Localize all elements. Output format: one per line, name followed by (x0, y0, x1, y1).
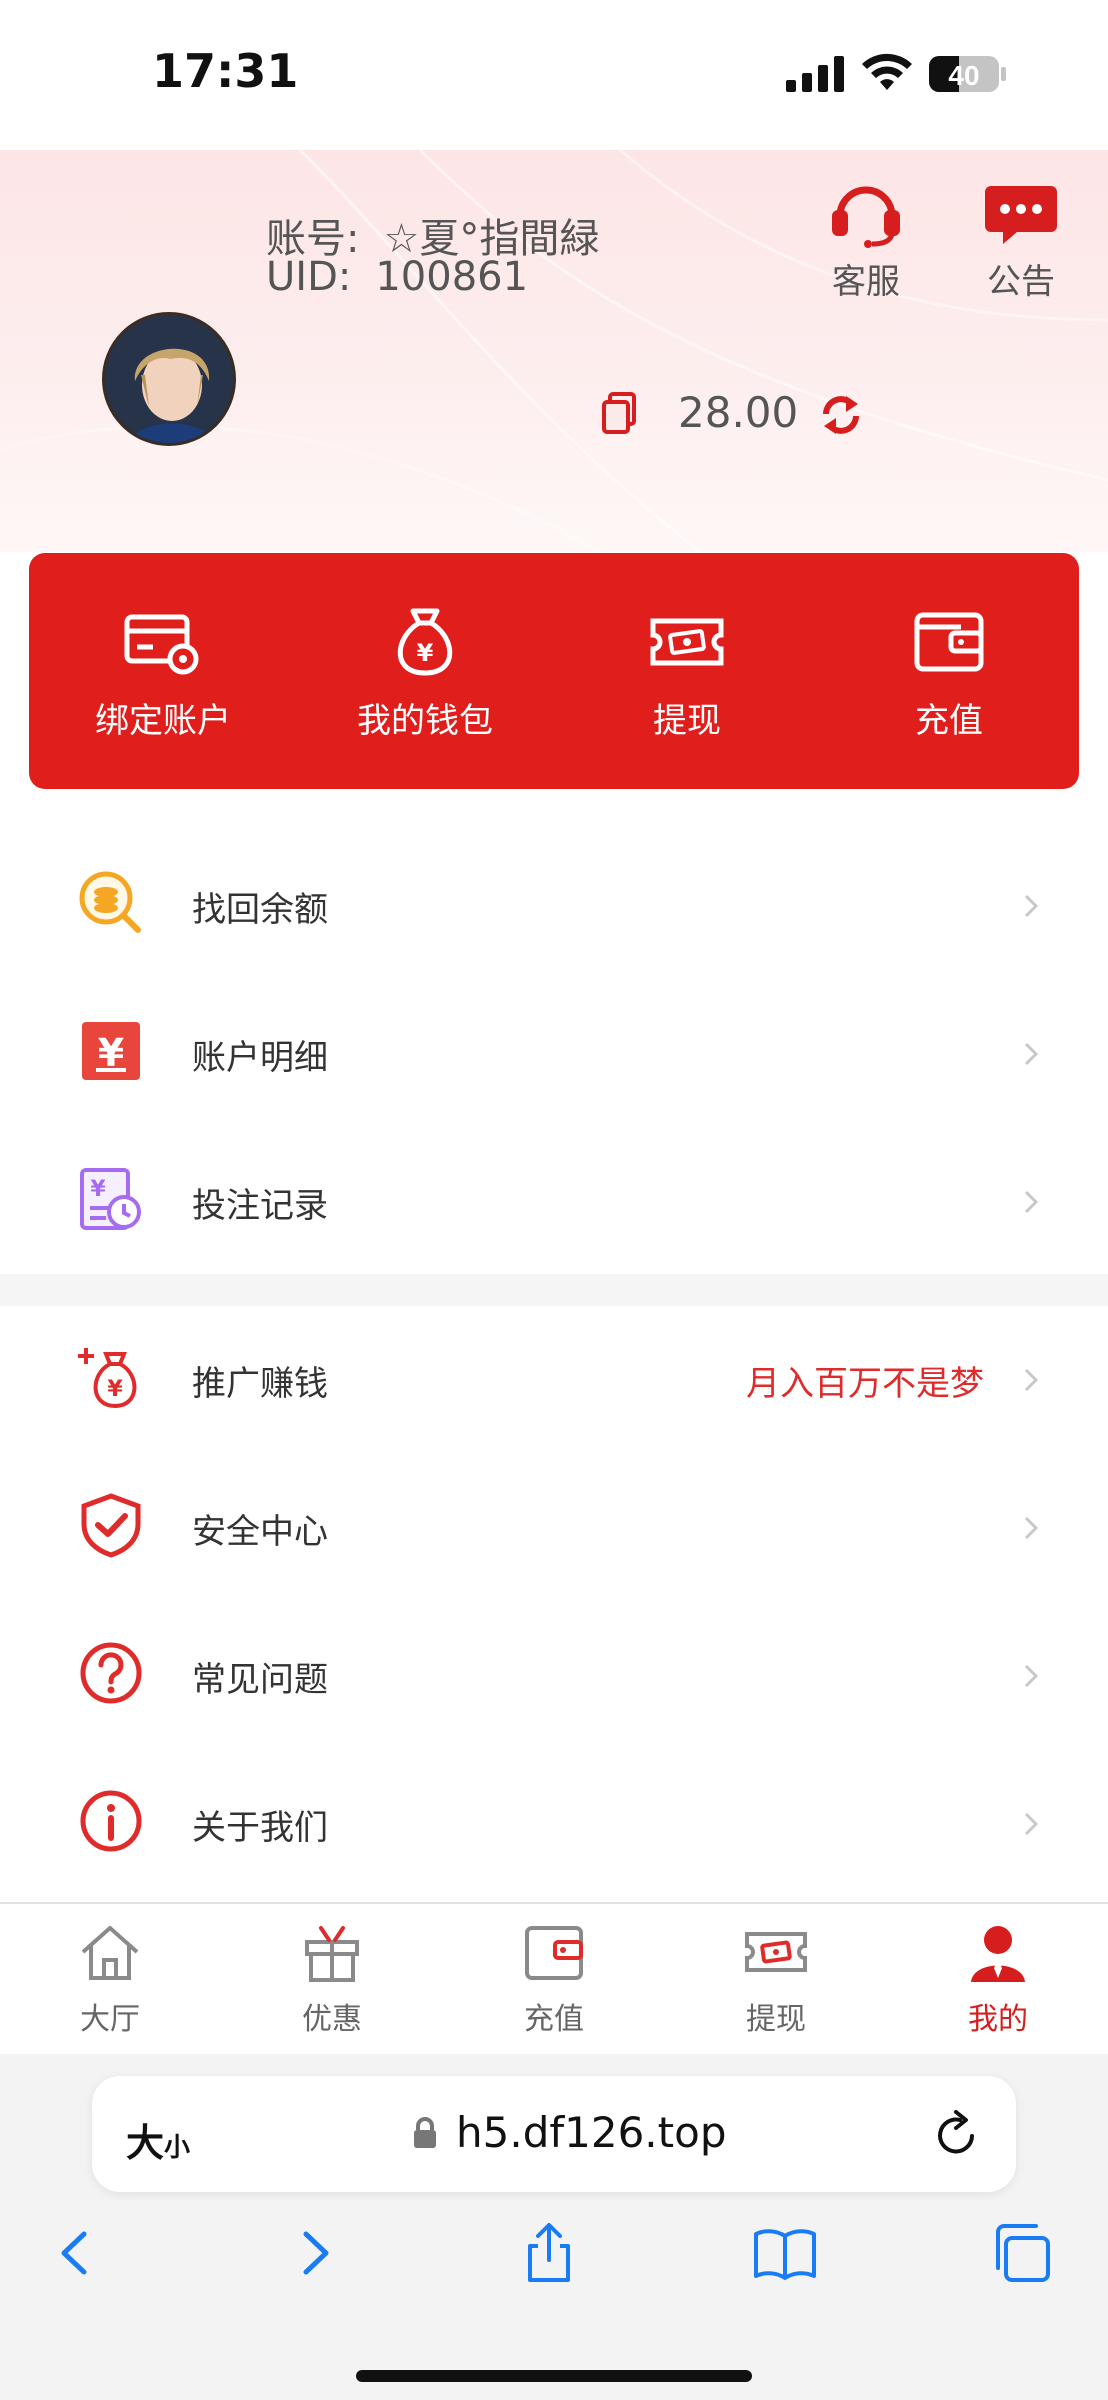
back-icon[interactable] (42, 2220, 108, 2286)
promo-bag-icon: ¥ (78, 1348, 137, 1409)
chevron-right-icon (1024, 1368, 1039, 1392)
reload-icon[interactable] (934, 2110, 980, 2158)
tab-promotions[interactable]: 优惠 (252, 1922, 412, 2038)
cellular-signal-icon (786, 56, 844, 92)
quick-actions-bar: 绑定账户 ¥ 我的钱包 提现 充值 (29, 553, 1079, 789)
refresh-icon[interactable] (818, 392, 864, 438)
status-time: 17:31 (152, 44, 299, 98)
copy-icon[interactable] (600, 392, 640, 436)
text-size-big: 大 (126, 2121, 165, 2165)
wallet-icon (525, 1926, 583, 1980)
browser-toolbar: 大小 h5.df126.top (0, 2054, 1108, 2400)
home-indicator (356, 2370, 752, 2382)
tab-label: 优惠 (302, 2002, 362, 2037)
profile-header: 客服 公告 账号: ☆夏°指間緑 UID: 100861 (0, 150, 1108, 552)
uid-value: 100861 (375, 254, 529, 300)
address-bar[interactable]: 大小 h5.df126.top (92, 2076, 1016, 2192)
promo-slogan: 月入百万不是梦 (746, 1364, 984, 1404)
forward-icon[interactable] (282, 2220, 348, 2286)
chevron-right-icon (1024, 1190, 1039, 1214)
withdraw-label: 提现 (653, 701, 721, 741)
menu-item-label: 账户明细 (192, 1038, 328, 1078)
bottom-tab-bar: 大厅 优惠 充值 提现 我的 (0, 1902, 1108, 2054)
chevron-right-icon (1024, 1812, 1039, 1836)
url-text: h5.df126.top (456, 2108, 727, 2157)
bet-record-icon: ¥ (80, 1168, 141, 1230)
withdraw-button[interactable]: 提现 (577, 607, 797, 742)
tab-withdraw[interactable]: 提现 (696, 1922, 856, 2038)
home-icon (81, 1926, 139, 1980)
headset-icon (832, 186, 900, 248)
menu-item-promote-earn[interactable]: ¥ 推广赚钱 月入百万不是梦 (0, 1306, 1108, 1454)
menu-item-bet-records[interactable]: ¥ 投注记录 (0, 1128, 1108, 1276)
share-icon[interactable] (516, 2220, 582, 2286)
person-icon (971, 1926, 1025, 1982)
wifi-icon (862, 53, 912, 90)
svg-text:¥: ¥ (417, 639, 434, 667)
balance-amount: 28.00 (678, 388, 799, 437)
money-bag-icon: ¥ (397, 608, 453, 676)
avatar-portrait-icon (105, 315, 233, 443)
tab-label: 提现 (746, 2002, 806, 2037)
chevron-right-icon (1024, 1516, 1039, 1540)
svg-text:¥: ¥ (107, 1377, 123, 1402)
tab-mine[interactable]: 我的 (918, 1922, 1078, 2038)
customer-service-button[interactable]: 客服 (806, 176, 926, 303)
menu-item-label: 安全中心 (192, 1512, 328, 1552)
withdraw-ticket-icon (745, 1932, 807, 1972)
menu-item-account-details[interactable]: ¥ 账户明细 (0, 980, 1108, 1128)
bookmarks-icon[interactable] (752, 2220, 818, 2286)
battery-icon: 40 (928, 54, 1008, 94)
menu-item-about-us[interactable]: 关于我们 (0, 1750, 1108, 1898)
chevron-right-icon (1024, 894, 1039, 918)
text-size-button[interactable]: 大小 (126, 2112, 190, 2167)
tab-label: 大厅 (80, 2002, 140, 2037)
uid-label: UID: (266, 254, 352, 300)
avatar[interactable] (102, 312, 236, 446)
menu-item-label: 常见问题 (192, 1660, 328, 1700)
my-wallet-button[interactable]: ¥ 我的钱包 (315, 607, 535, 742)
status-bar: 17:31 40 (0, 0, 1108, 150)
coin-search-icon (79, 871, 141, 933)
wallet-icon (914, 612, 984, 672)
my-wallet-label: 我的钱包 (357, 701, 493, 741)
menu-item-label: 关于我们 (192, 1808, 328, 1848)
tab-label: 我的 (968, 2002, 1028, 2037)
menu-item-recover-balance[interactable]: 找回余额 (0, 832, 1108, 980)
question-icon (80, 1642, 142, 1704)
tabs-icon[interactable] (988, 2220, 1054, 2286)
withdraw-ticket-icon (650, 618, 724, 666)
bind-account-label: 绑定账户 (95, 701, 231, 741)
tab-recharge[interactable]: 充值 (474, 1922, 634, 2038)
section-divider (0, 1274, 1108, 1306)
info-icon (80, 1790, 142, 1852)
bind-card-icon (124, 614, 199, 675)
gift-icon (305, 1926, 359, 1982)
battery-level: 40 (948, 60, 979, 91)
tab-label: 充值 (524, 2002, 584, 2037)
menu-item-label: 推广赚钱 (192, 1364, 328, 1404)
uid-line: UID: 100861 (266, 254, 528, 300)
notice-button[interactable]: 公告 (961, 176, 1081, 303)
notice-label: 公告 (987, 262, 1055, 302)
bind-account-button[interactable]: 绑定账户 (53, 607, 273, 742)
chevron-right-icon (1024, 1664, 1039, 1688)
customer-service-label: 客服 (832, 262, 900, 302)
svg-text:¥: ¥ (90, 1177, 106, 1202)
chat-bubble-icon (985, 186, 1057, 244)
text-size-small: 小 (164, 2133, 191, 2163)
ledger-icon: ¥ (82, 1022, 140, 1080)
menu-item-label: 投注记录 (192, 1186, 328, 1226)
menu-item-security-center[interactable]: 安全中心 (0, 1454, 1108, 1602)
menu-item-label: 找回余额 (192, 890, 328, 930)
tab-lobby[interactable]: 大厅 (30, 1922, 190, 2038)
lock-icon (414, 2117, 436, 2148)
chevron-right-icon (1024, 1042, 1039, 1066)
recharge-label: 充值 (915, 701, 983, 741)
recharge-button[interactable]: 充值 (839, 607, 1059, 742)
menu-item-faq[interactable]: 常见问题 (0, 1602, 1108, 1750)
shield-check-icon (81, 1493, 141, 1558)
